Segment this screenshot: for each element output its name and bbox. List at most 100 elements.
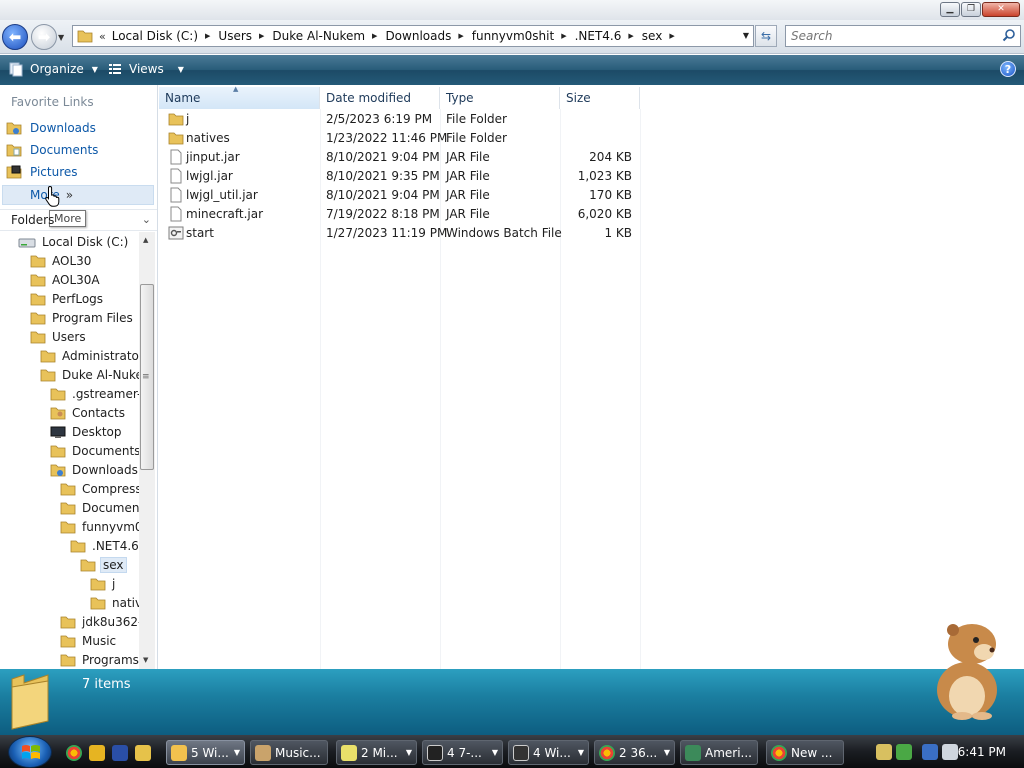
breadcrumb-item[interactable]: Users ▶ [218,29,272,43]
tree-item[interactable]: funnyvm0shit [60,517,139,536]
column-header-type[interactable]: Type [440,87,560,109]
show-desktop-icon[interactable] [112,745,128,761]
scroll-down-arrow-icon[interactable]: ▼ [143,656,148,664]
tree-item[interactable]: .gstreamer-0.10 [50,384,139,403]
maximize-button[interactable]: ❐ [961,2,981,17]
folder-icon [50,445,66,457]
breadcrumb-item[interactable]: sex ▶ [642,29,683,43]
contacts-folder-icon [50,407,66,419]
taskbar-button[interactable]: 5 Wi... ▼ [166,740,245,765]
folders-label: Folders [11,213,55,227]
taskbar-button[interactable]: 2 36... ▼ [594,740,675,765]
quicklaunch-icon[interactable] [89,745,105,761]
quicklaunch-icon[interactable] [135,745,151,761]
folder-tree-scrollbar[interactable]: ▲ ≡ ▼ [139,232,155,669]
tree-item[interactable]: Administrator [40,346,139,365]
tree-item[interactable]: Users [30,327,88,346]
folder-icon [90,578,106,590]
column-header-size[interactable]: Size [560,87,640,109]
tray-icon[interactable] [876,744,892,760]
address-row: ⬅ ➡ ▼ « Local Disk (C:) ▶ Users ▶ Duke Al-… [0,20,1024,54]
tree-item[interactable]: natives [90,593,139,612]
tree-item-label: AOL30 [52,253,92,268]
breadcrumb-item[interactable]: funnyvm0shit ▶ [472,29,575,43]
column-header-date-modified[interactable]: Date modified [320,87,440,109]
breadcrumb-item[interactable]: Downloads ▶ [385,29,471,43]
breadcrumb-item[interactable]: .NET4.6 ▶ [575,29,642,43]
favorite-links-more-button[interactable]: More» [2,185,154,205]
file-row[interactable]: minecraft.jar 7/19/2022 8:18 PM JAR File… [159,205,639,224]
breadcrumb-item[interactable]: Local Disk (C:) ▶ [112,29,219,43]
breadcrumb-item[interactable]: Duke Al-Nukem ▶ [272,29,385,43]
column-header-label: Name [165,91,201,105]
taskbar-button[interactable]: 4 Wi... ▼ [508,740,589,765]
scroll-up-arrow-icon[interactable]: ▲ [143,236,148,244]
tree-item[interactable]: Contacts [50,403,127,422]
tree-item[interactable]: Programs [60,650,139,669]
tree-item[interactable]: Compressed [60,479,139,498]
tree-item[interactable]: AOL30 [30,251,93,270]
help-button[interactable]: ? [1000,61,1016,77]
file-row[interactable]: start 1/27/2023 11:19 PM Windows Batch F… [159,224,639,243]
taskbar-button[interactable]: 4 7-... ▼ [422,740,503,765]
tree-item[interactable]: Documents [60,498,139,517]
file-row[interactable]: jinput.jar 8/10/2021 9:04 PM JAR File 20… [159,148,639,167]
network-icon[interactable] [922,744,938,760]
column-header-name[interactable]: ▲ Name [159,85,320,109]
taskbar-button-label: 2 36... [619,745,658,760]
file-row[interactable]: j 2/5/2023 6:19 PM File Folder [159,110,639,129]
address-dropdown-icon[interactable]: ▼ [743,31,749,40]
chrome-quicklaunch-icon[interactable] [66,745,82,761]
address-overflow-chevron[interactable]: « [99,30,106,43]
organize-button[interactable]: Organize ▼ [8,61,98,77]
forward-button[interactable]: ➡ [31,24,57,50]
file-row[interactable]: natives 1/23/2022 11:46 PM File Folder [159,129,639,148]
file-icon [170,206,182,222]
start-button[interactable] [8,736,52,768]
tree-item[interactable]: j [90,574,117,593]
tree-item[interactable]: .NET4.6 [70,536,139,555]
folders-collapse-chevron-icon[interactable]: ⌄ [142,213,151,226]
tray-icon[interactable] [896,744,912,760]
file-row[interactable]: lwjgl_util.jar 8/10/2021 9:04 PM JAR Fil… [159,186,639,205]
tree-item-selected[interactable]: sex [80,555,127,574]
tree-item[interactable]: Music [60,631,118,650]
tree-item[interactable]: Documents [50,441,139,460]
tree-item[interactable]: Desktop [50,422,124,441]
folder-icon [30,312,46,324]
file-row[interactable]: lwjgl.jar 8/10/2021 9:35 PM JAR File 1,0… [159,167,639,186]
file-list: ▲ Name Date modified Type Size j 2/5/202… [159,85,1024,669]
taskbar-button[interactable]: Music... [250,740,328,765]
favorite-link-pictures[interactable]: Pictures [6,163,78,181]
favorite-link-label: Downloads [30,121,96,135]
tree-item[interactable]: Program Files [30,308,135,327]
taskbar-button[interactable]: Ameri... [680,740,758,765]
taskbar-button-label: New ... [791,745,833,760]
volume-muted-icon[interactable] [942,744,958,760]
tree-item[interactable]: Local Disk (C:) [18,232,130,251]
back-button[interactable]: ⬅ [2,24,28,50]
tree-item[interactable]: Duke Al-Nukem [40,365,139,384]
taskbar-button[interactable]: 2 Mi... ▼ [336,740,417,765]
tree-item[interactable]: PerfLogs [30,289,105,308]
search-icon[interactable] [1002,28,1016,42]
close-button[interactable]: ✕ [982,2,1020,17]
file-icon [170,149,182,165]
tree-item[interactable]: Downloads [50,460,139,479]
address-bar[interactable]: « Local Disk (C:) ▶ Users ▶ Duke Al-Nukem ▶… [72,25,754,47]
folders-header[interactable]: Folders ⌄ [0,209,157,231]
file-size: 170 KB [589,188,632,202]
refresh-button[interactable]: ⇆ [755,25,777,47]
tree-item[interactable]: jdk8u362-b09 [60,612,139,631]
hamster-gadget-icon[interactable] [912,612,1012,722]
taskbar-button[interactable]: New ... [766,740,844,765]
favorite-link-downloads[interactable]: Downloads [6,119,96,137]
favorite-link-documents[interactable]: Documents [6,141,98,159]
recent-pages-dropdown[interactable]: ▼ [58,33,64,42]
minimize-button[interactable]: ▁ [940,2,960,17]
tree-item-label: Compressed [82,481,139,496]
views-button[interactable]: Views ▼ [107,61,184,77]
tree-item[interactable]: AOL30A [30,270,102,289]
clock[interactable]: 6:41 PM [958,745,1006,759]
search-input[interactable] [786,26,986,46]
